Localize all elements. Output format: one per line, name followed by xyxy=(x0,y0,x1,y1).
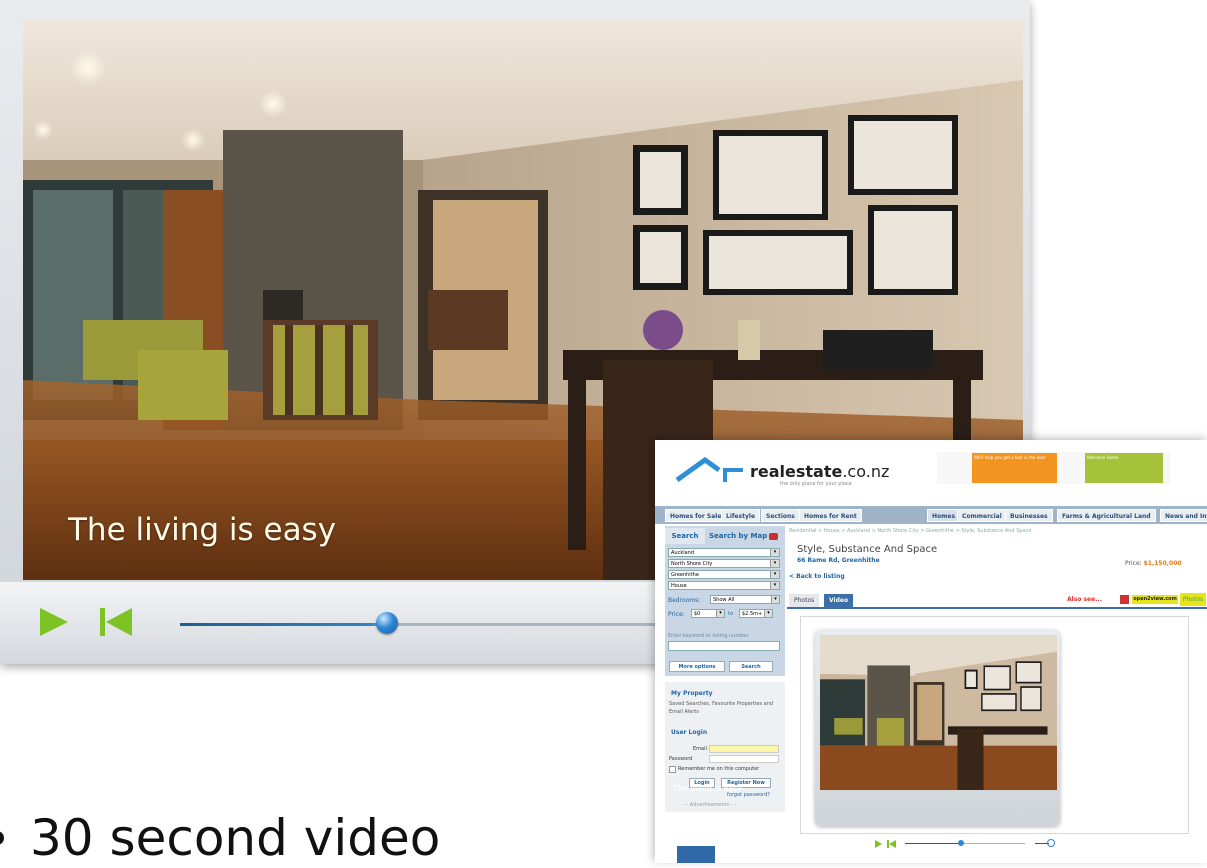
play-icon[interactable] xyxy=(40,608,68,636)
breadcrumb[interactable]: Residential > House > Auckland > North S… xyxy=(789,528,1031,534)
house-logo-icon[interactable] xyxy=(675,456,745,482)
search-button[interactable]: Search xyxy=(729,661,773,672)
skip-to-start-icon[interactable] xyxy=(887,840,897,848)
video-caption: The living is easy xyxy=(68,512,337,548)
play-icon[interactable] xyxy=(875,840,882,848)
email-field[interactable] xyxy=(709,745,779,753)
open2view-link[interactable]: open2view.com Photos xyxy=(1120,593,1206,606)
chevron-down-icon: ▾ xyxy=(771,596,779,603)
tab-homes-for-sale[interactable]: Homes for Sale xyxy=(665,509,727,522)
bullet-dot xyxy=(0,830,4,845)
website-screenshot: realestate.co.nz the only place for your… xyxy=(655,440,1207,863)
media-tabs: Photos Video Also see... open2view.com P… xyxy=(787,592,1207,609)
tab-commercial[interactable]: Commercial xyxy=(957,509,1007,522)
ad-block[interactable] xyxy=(677,846,715,863)
chevron-down-icon: ▾ xyxy=(770,571,779,578)
tab-video[interactable]: Video xyxy=(824,594,854,607)
progress-knob[interactable] xyxy=(376,612,398,634)
chevron-down-icon: ▾ xyxy=(764,610,772,617)
search-panel: Search Search by Map Auckland ▾ North Sho… xyxy=(665,526,785,676)
bedrooms-label: Bedrooms: xyxy=(668,597,701,604)
my-property-desc: Saved Searches, Favourite Properties and… xyxy=(669,701,774,715)
keyword-label: Enter keyword or listing number xyxy=(668,633,749,639)
price-max-select[interactable]: $2.5m+ ▾ xyxy=(739,609,773,618)
ad-orange[interactable]: We'll help you get a foot in the door xyxy=(972,453,1057,483)
ads-label: - - Advertisements - - xyxy=(683,802,736,808)
header-ad[interactable]: We'll help you get a foot in the door We… xyxy=(937,452,1170,484)
tab-homes-for-rent[interactable]: Homes for Rent xyxy=(799,509,862,522)
tab-lifestyle[interactable]: Lifestyle xyxy=(721,509,761,522)
embedded-video-player xyxy=(815,630,1060,826)
logo-tagline: the only place for your place xyxy=(780,481,852,487)
embedded-progress-knob[interactable] xyxy=(958,840,964,846)
more-options-button[interactable]: More options xyxy=(669,661,725,672)
open2view-icon xyxy=(1120,595,1129,604)
tab-sections[interactable]: Sections xyxy=(761,509,800,522)
open2view-photos-tab[interactable]: Photos xyxy=(1180,593,1206,606)
bedrooms-select[interactable]: Show All ▾ xyxy=(710,595,780,604)
progress-track[interactable] xyxy=(180,623,660,626)
user-login-title: User Login xyxy=(671,729,708,736)
listing-price: Price: $1,150,000 xyxy=(1125,560,1182,567)
skip-to-start-icon[interactable] xyxy=(98,608,138,636)
email-label: Email xyxy=(693,746,707,752)
tab-news[interactable]: News and Info xyxy=(1160,509,1207,522)
tab-search[interactable]: Search xyxy=(665,528,705,544)
region-select[interactable]: Auckland ▾ xyxy=(668,548,780,557)
suburb-select[interactable]: Greenhithe ▾ xyxy=(668,570,780,579)
listing-title: Style, Substance And Space xyxy=(797,544,938,555)
price-to-label: to xyxy=(728,611,734,617)
site-header: realestate.co.nz the only place for your… xyxy=(655,440,1207,500)
also-see-label: Also see... xyxy=(1067,596,1103,603)
chevron-down-icon: ▾ xyxy=(770,549,779,556)
password-field[interactable] xyxy=(709,755,779,763)
slide-bullet: 30 second video xyxy=(0,808,440,868)
district-select[interactable]: North Shore City ▾ xyxy=(668,559,780,568)
my-property-link[interactable]: My Property xyxy=(671,690,713,697)
tab-farms[interactable]: Farms & Agricultural Land xyxy=(1057,509,1156,522)
tab-homes[interactable]: Homes xyxy=(927,509,961,522)
tab-search-by-map[interactable]: Search by Map xyxy=(709,528,783,544)
listing-address: 66 Rame Rd, Greenhithe xyxy=(797,557,880,564)
embedded-progress-track[interactable] xyxy=(905,843,1025,844)
password-label: Password xyxy=(669,756,693,762)
main-nav: Homes for Sale Lifestyle Sections Homes … xyxy=(655,506,1207,524)
back-to-listing-link[interactable]: < Back to listing xyxy=(789,573,845,580)
keyword-input[interactable] xyxy=(668,641,780,651)
embedded-player-controls xyxy=(875,838,1055,850)
volume-icon[interactable] xyxy=(1035,838,1055,850)
bullet-text: 30 second video xyxy=(30,809,441,867)
price-label: Price: xyxy=(668,611,685,618)
price-min-select[interactable]: $0 ▾ xyxy=(691,609,725,618)
map-icon xyxy=(769,532,779,540)
embedded-video-frame[interactable] xyxy=(820,635,1057,790)
embedded-video-caption: The living is easy xyxy=(673,784,743,793)
chevron-down-icon: ▾ xyxy=(770,560,779,567)
site-logo[interactable]: realestate.co.nz xyxy=(750,462,889,481)
remember-checkbox[interactable] xyxy=(669,766,676,773)
chevron-down-icon: ▾ xyxy=(770,582,779,589)
remember-label: Remember me on this computer xyxy=(678,766,760,772)
chevron-down-icon: ▾ xyxy=(716,610,724,617)
tab-businesses[interactable]: Businesses xyxy=(1005,509,1053,522)
property-type-select[interactable]: House ▾ xyxy=(668,581,780,590)
tab-photos[interactable]: Photos xyxy=(789,594,820,607)
ad-green[interactable]: Welcome Home xyxy=(1085,453,1163,483)
open2view-label[interactable]: open2view.com xyxy=(1132,595,1178,604)
